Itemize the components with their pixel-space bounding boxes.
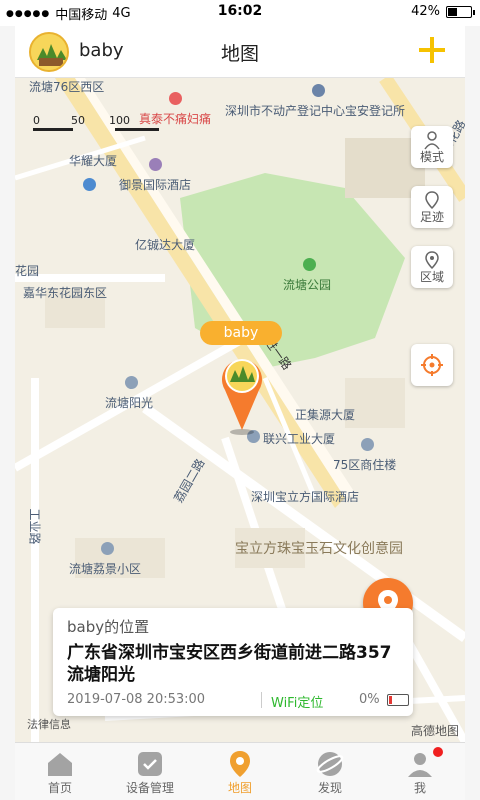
marker-label: baby [200,321,282,345]
add-button[interactable] [417,35,447,65]
tab-label: 发现 [317,781,342,795]
government-icon [312,84,325,97]
region-button[interactable]: 区域 [411,246,453,288]
map-label: 花园 [15,264,40,278]
location-time: 2019-07-08 20:53:00 [67,692,206,707]
tab-map[interactable]: 地图 [195,743,285,800]
battery-icon [446,5,475,18]
page-title: 地图 [220,43,259,65]
map-label: 深圳宝立方国际酒店 [251,490,360,504]
tab-device[interactable]: 设备管理 [105,743,195,800]
tab-label: 首页 [47,781,72,795]
tab-discover[interactable]: 发现 [285,743,375,800]
status-time: 16:02 [217,3,263,19]
park-icon [303,258,316,271]
tab-bar: 首页 设备管理 地图 发现 我 [15,742,465,800]
region-label: 区域 [419,270,444,284]
map-label: 深圳市不动产登记中心宝安登记所 [225,104,406,118]
map-label: 正集源大厦 [295,408,356,422]
card-title: baby的位置 [67,618,150,636]
map-label: 嘉华东花园东区 [23,286,108,300]
map-label: 御景国际酒店 [119,178,192,192]
map-label: 流塘荔景小区 [69,562,142,576]
footprint-icon [425,191,439,210]
app-header: baby 地图 [15,26,465,78]
tab-label: 设备管理 [125,781,174,795]
map-label: 华耀大厦 [69,154,118,168]
user-icon [408,753,432,777]
tab-me[interactable]: 我 [375,743,465,800]
building-icon [101,542,114,555]
building-icon [125,376,138,389]
map-label: 75区商住楼 [333,458,397,472]
map-label: 流塘公园 [283,278,332,292]
tab-label: 地图 [227,781,252,795]
tab-home[interactable]: 首页 [15,743,105,800]
discover-icon [316,752,344,776]
building-icon [361,438,374,451]
road-label: 工业路 [27,508,42,545]
location-info-card[interactable]: baby的位置 广东省深圳市宝安区西乡街道前进二路357流塘阳光 2019-07… [53,608,413,716]
map-label: 流塘阳光 [105,396,154,410]
mode-button[interactable]: 模式 [411,126,453,168]
tab-label: 我 [413,781,426,795]
bus-icon [83,178,96,191]
battery-percent: 42% [411,4,440,19]
map-label: 宝立方珠宝玉石文化创意园 [235,541,403,557]
device-icon [138,752,162,776]
locate-me-button[interactable] [411,344,453,386]
scale-tick: 50 [71,114,85,127]
hospital-icon [169,92,182,105]
map-view[interactable]: 0 50 100 流塘76区西区 真泰不痛妇痛 深圳市不动产登记中心宝安登记所 … [15,78,465,742]
crosshair-icon [421,354,443,376]
footprint-button[interactable]: 足迹 [411,186,453,228]
map-label: 真泰不痛妇痛 [139,112,212,126]
location-marker-icon[interactable] [217,350,267,436]
address-text: 广东省深圳市宝安区西乡街道前进二路357流塘阳光 [67,643,392,685]
scale-tick: 100 [109,114,130,127]
status-bar: ●●●●● 中国移动 4G 16:02 42% [0,0,480,26]
legal-link[interactable]: 法律信息 [27,716,71,732]
region-icon [425,251,439,270]
footprint-label: 足迹 [419,210,444,224]
map-pin-icon [230,751,250,777]
locate-type: WiFi定位 [271,696,324,711]
hotel-icon [149,158,162,171]
map-label: 联兴工业大厦 [263,432,336,446]
person-icon [424,131,440,150]
home-icon [48,753,72,776]
map-label: 亿铖达大厦 [135,238,196,252]
map-label: 流塘76区西区 [29,80,105,94]
device-battery-percent: 0% [359,692,380,707]
scale-tick: 0 [33,114,40,127]
device-battery-icon [387,694,409,706]
map-provider-logo: 高德地图 [410,724,459,738]
notification-dot [433,747,443,757]
divider [261,692,262,708]
mode-label: 模式 [419,150,444,164]
